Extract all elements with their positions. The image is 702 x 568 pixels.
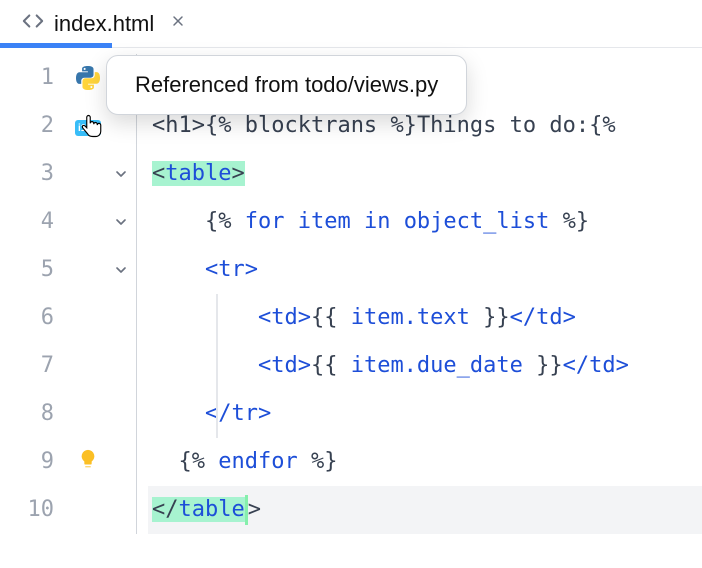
- line-number: 9: [0, 438, 70, 486]
- code-line[interactable]: <td>{{ item.due_date }}</td>: [148, 342, 702, 390]
- code-line[interactable]: </table>: [148, 486, 702, 534]
- code-tag-icon: [22, 10, 44, 38]
- line-number: 8: [0, 390, 70, 438]
- indent-border: [136, 54, 148, 534]
- line-number: 4: [0, 198, 70, 246]
- file-tab[interactable]: index.html: [16, 0, 196, 47]
- code-line[interactable]: <table>: [148, 150, 702, 198]
- python-reference-icon[interactable]: [70, 54, 106, 102]
- tab-filename: index.html: [54, 11, 154, 37]
- code-line[interactable]: <tr>: [148, 246, 702, 294]
- line-number: 2: [0, 102, 70, 150]
- code-line[interactable]: </tr>: [148, 390, 702, 438]
- fold-gutter: [106, 54, 136, 534]
- code-line[interactable]: {% endfor %}: [148, 438, 702, 486]
- python-icon: [76, 66, 100, 90]
- tab-bar: index.html: [0, 0, 702, 48]
- line-number: 3: [0, 150, 70, 198]
- fold-chevron[interactable]: [106, 150, 136, 198]
- lightbulb-icon: [77, 448, 99, 476]
- code-area[interactable]: <h1>{% blocktrans %}Things to do:{% <tab…: [148, 54, 702, 534]
- code-line[interactable]: {% for item in object_list %}: [148, 198, 702, 246]
- close-icon[interactable]: [170, 13, 186, 34]
- line-number: 1: [0, 54, 70, 102]
- line-number: 7: [0, 342, 70, 390]
- fold-chevron[interactable]: [106, 246, 136, 294]
- line-number: 10: [0, 486, 70, 534]
- code-line[interactable]: <td>{{ item.text }}</td>: [148, 294, 702, 342]
- pointer-cursor-icon: [78, 112, 106, 140]
- tooltip-text: Referenced from todo/views.py: [135, 72, 438, 97]
- line-number: 5: [0, 246, 70, 294]
- intention-bulb[interactable]: [70, 438, 106, 486]
- fold-chevron[interactable]: [106, 198, 136, 246]
- line-number: 6: [0, 294, 70, 342]
- line-number-gutter: 1 2 3 4 5 6 7 8 9 10: [0, 54, 70, 534]
- indent-guide: [216, 294, 218, 438]
- reference-tooltip: Referenced from todo/views.py: [106, 55, 467, 115]
